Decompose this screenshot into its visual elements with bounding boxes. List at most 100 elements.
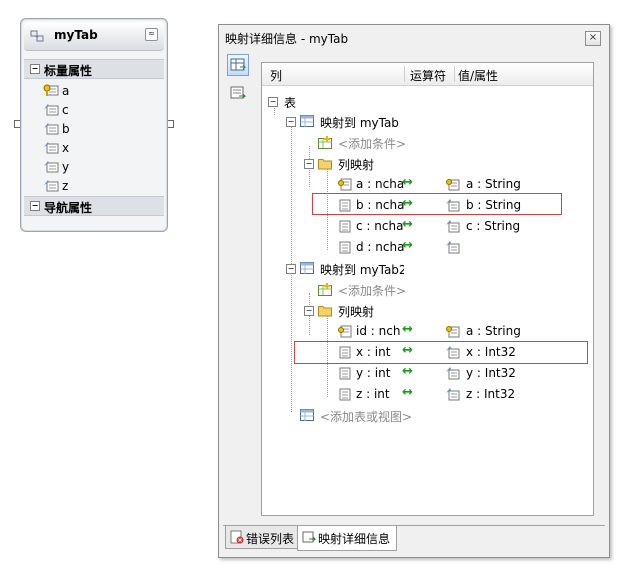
mapping-grid: 列 运算符 值/属性 − 表 − 映射到 myTab <添加条件> − 列映射 …: [261, 62, 594, 516]
property-value[interactable]: c : String: [466, 219, 520, 233]
collapse-icon[interactable]: −: [286, 117, 296, 127]
map-to-tables-button[interactable]: [227, 54, 249, 76]
collapse-icon[interactable]: −: [268, 97, 278, 107]
column-header-operator[interactable]: 运算符: [410, 67, 446, 84]
table-mapping-label: 映射到 myTab2: [320, 263, 404, 277]
column-icon: [339, 241, 351, 254]
property-icon: [446, 220, 460, 233]
key-property-icon: [446, 179, 460, 191]
property-icon: [446, 367, 460, 380]
error-list-icon: [230, 530, 244, 544]
property-value[interactable]: y : Int32: [466, 366, 516, 380]
key-column-icon: [338, 178, 352, 191]
column-header-value[interactable]: 值/属性: [458, 67, 498, 84]
column-mappings-2[interactable]: − 列映射: [266, 300, 566, 320]
mapping-arrow-icon: ↔: [402, 364, 413, 379]
add-condition-icon: [318, 136, 332, 149]
close-button[interactable]: ×: [585, 31, 601, 46]
scalar-properties-header[interactable]: − 标量属性: [24, 59, 164, 79]
entity-shape[interactable]: myTab ≈ − 标量属性 a c b x y z − 导航属性: [20, 18, 168, 232]
property-icon: [44, 123, 59, 135]
entity-icon: [30, 30, 44, 42]
property-label: x: [62, 141, 70, 155]
table-icon: [300, 409, 314, 421]
property-label: a: [62, 84, 70, 98]
column-mapping-row[interactable]: y : int ↔ y : Int32: [266, 363, 586, 383]
add-condition-label: <添加条件>: [338, 284, 407, 298]
add-condition-label: <添加条件>: [338, 137, 407, 151]
entity-header[interactable]: myTab ≈: [24, 22, 164, 51]
property-icon: [44, 142, 59, 154]
mapping-details-icon: [302, 531, 316, 543]
property-icon: [446, 388, 460, 401]
property-value[interactable]: a : String: [466, 324, 521, 338]
tab-error-list-label: 错误列表: [246, 532, 295, 546]
map-to-functions-button[interactable]: [227, 82, 249, 104]
collapse-icon[interactable]: ≈: [145, 28, 158, 41]
property-label: b: [62, 122, 70, 136]
key-property-icon: [446, 326, 460, 338]
property-value[interactable]: z : Int32: [466, 387, 515, 401]
root-label: 表: [284, 96, 297, 110]
column-name: y : int: [356, 366, 391, 380]
navigation-properties-label: 导航属性: [44, 201, 93, 215]
mapping-arrow-icon: ↔: [402, 175, 413, 190]
add-condition-1[interactable]: <添加条件>: [266, 132, 566, 152]
column-mappings-label: 列映射: [338, 158, 375, 172]
scalar-properties-label: 标量属性: [44, 64, 93, 78]
column-mapping-row[interactable]: id : nch ↔ a : String: [266, 321, 586, 341]
column-mappings-label: 列映射: [338, 305, 375, 319]
key-column-icon: [338, 325, 352, 338]
column-mapping-row[interactable]: z : int ↔ z : Int32: [266, 384, 586, 404]
add-condition-2[interactable]: <添加条件>: [266, 279, 566, 299]
column-header-col[interactable]: 列: [270, 67, 282, 84]
highlight-box: [294, 341, 588, 364]
folder-icon: [318, 159, 332, 170]
tree-root-table[interactable]: − 表: [266, 91, 566, 111]
column-mapping-row[interactable]: c : ncha ↔ c : String: [266, 216, 586, 236]
column-mappings-1[interactable]: − 列映射: [266, 153, 566, 173]
tab-mapping-details[interactable]: 映射详细信息: [297, 526, 397, 551]
collapse-icon[interactable]: −: [304, 159, 314, 169]
mapping-arrow-icon: ↔: [402, 217, 413, 232]
column-icon: [339, 220, 351, 233]
property-label: y: [62, 160, 70, 174]
property-label: c: [62, 103, 69, 117]
property-icon: [44, 161, 59, 173]
add-table-label: <添加表或视图>: [320, 410, 413, 424]
property-icon: [44, 180, 59, 192]
table-mapping-2[interactable]: − 映射到 myTab2: [266, 258, 566, 278]
property-label: z: [62, 179, 69, 193]
bottom-tab-strip: 错误列表 映射详细信息: [223, 525, 605, 552]
mapping-arrow-icon: ↔: [402, 238, 413, 253]
column-icon: [339, 388, 351, 401]
table-mapping-1[interactable]: − 映射到 myTab: [266, 111, 566, 131]
mapping-arrow-icon: ↔: [402, 322, 413, 337]
collapse-icon[interactable]: −: [304, 306, 314, 316]
column-mapping-row[interactable]: d : ncha ↔: [266, 237, 586, 257]
collapse-section-icon[interactable]: −: [30, 64, 40, 74]
mapping-details-window: 映射详细信息 - myTab × 列 运算符 值/属性 − 表 − 映射到 my…: [218, 24, 610, 558]
collapse-section-icon[interactable]: −: [30, 201, 40, 211]
entity-title: myTab: [54, 28, 98, 42]
highlight-box: [312, 193, 562, 215]
window-title: 映射详细信息 - myTab: [225, 32, 349, 46]
column-name: a : ncha: [356, 177, 405, 191]
tab-mapping-details-label: 映射详细信息: [318, 532, 391, 546]
collapse-icon[interactable]: −: [286, 264, 296, 274]
table-map-icon: [230, 58, 247, 71]
navigation-properties-header[interactable]: − 导航属性: [24, 196, 164, 216]
key-property-icon: [43, 84, 59, 96]
grid-header: 列 运算符 值/属性: [262, 63, 593, 86]
column-mapping-row[interactable]: a : ncha ↔ a : String: [266, 174, 586, 194]
property-icon: [44, 104, 59, 116]
table-mapping-label: 映射到 myTab: [320, 116, 399, 130]
table-icon: [300, 262, 314, 274]
tab-error-list[interactable]: 错误列表: [225, 526, 299, 549]
add-condition-icon: [318, 283, 332, 296]
property-icon: [446, 241, 460, 254]
column-name: id : nch: [356, 324, 401, 338]
add-table-or-view[interactable]: <添加表或视图>: [266, 405, 566, 425]
table-icon: [300, 115, 314, 127]
property-value[interactable]: a : String: [466, 177, 521, 191]
